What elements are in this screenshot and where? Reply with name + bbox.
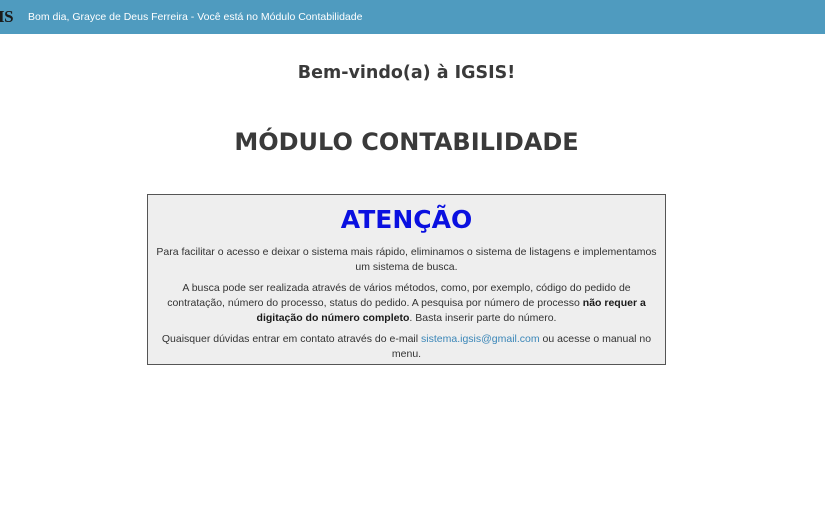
notice-text: . Basta inserir parte do número. (409, 312, 557, 324)
notice-box: ATENÇÃO Para facilitar o acesso e deixar… (147, 194, 666, 365)
notice-text: Quaisquer dúvidas entrar em contato atra… (161, 333, 422, 345)
module-title: MÓDULO CONTABILIDADE (234, 128, 579, 156)
notice-paragraph-methods: A busca pode ser realizada através de vá… (154, 281, 659, 326)
notice-paragraph-search: Para facilitar o acesso e deixar o siste… (156, 246, 657, 273)
notice-title: ATENÇÃO (340, 205, 473, 234)
notice-paragraph-contact: Quaisquer dúvidas entrar em contato atra… (154, 332, 659, 362)
welcome-heading: Bem-vindo(a) à IGSIS! (297, 63, 516, 83)
notice-text: A busca pode ser realizada através de vá… (167, 282, 631, 309)
greeting-text: Bom dia, Grayce de Deus Ferreira - Você … (28, 11, 363, 23)
support-email-link[interactable]: sistema.igsis@gmail.com (421, 333, 540, 345)
top-navbar: IS Bom dia, Grayce de Deus Ferreira - Vo… (0, 0, 825, 34)
app-logo[interactable]: IS (0, 7, 26, 27)
